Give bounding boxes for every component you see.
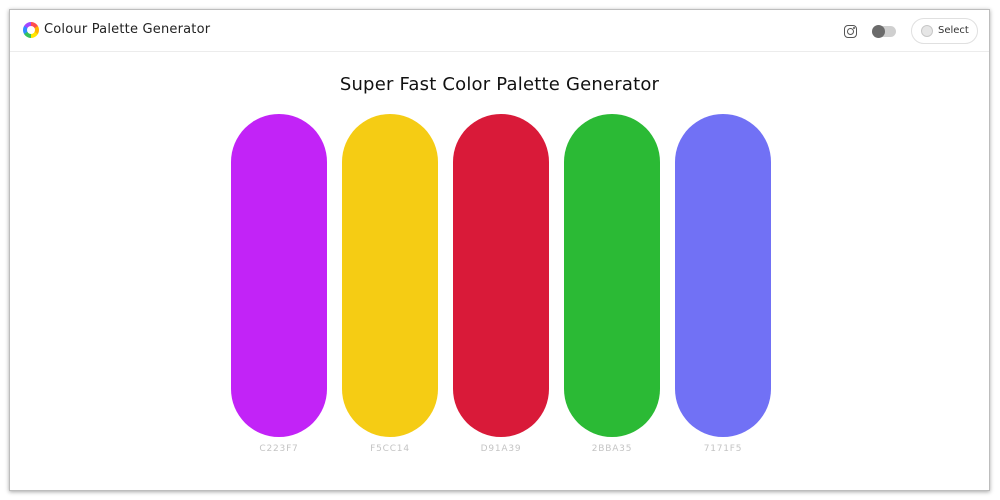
color-pill[interactable] <box>231 114 327 437</box>
hex-label[interactable]: C223F7 <box>231 444 327 454</box>
color-wheel-icon <box>23 22 39 38</box>
color-pill[interactable] <box>564 114 660 437</box>
app-window: Colour Palette Generator Select Super Fa… <box>9 9 990 491</box>
color-pill[interactable] <box>675 114 771 437</box>
color-pill[interactable] <box>453 114 549 437</box>
top-bar: Colour Palette Generator Select <box>10 10 989 52</box>
select-button[interactable]: Select <box>911 18 978 44</box>
swatch-5[interactable]: 7171F5 <box>675 114 771 454</box>
page-title: Super Fast Color Palette Generator <box>339 74 660 95</box>
hex-label[interactable]: 2BBA35 <box>564 444 660 454</box>
theme-toggle[interactable] <box>872 25 896 38</box>
swatch-2[interactable]: F5CC14 <box>342 114 438 454</box>
toggle-knob <box>872 25 885 38</box>
swatch-3[interactable]: D91A39 <box>453 114 549 454</box>
color-pill[interactable] <box>342 114 438 437</box>
hex-label[interactable]: 7171F5 <box>675 444 771 454</box>
palette: C223F7 F5CC14 D91A39 2BBA35 7171F5 <box>231 114 771 459</box>
swatch-4[interactable]: 2BBA35 <box>564 114 660 454</box>
instagram-icon[interactable] <box>844 25 857 38</box>
hex-label[interactable]: D91A39 <box>453 444 549 454</box>
swatch-1[interactable]: C223F7 <box>231 114 327 454</box>
circle-icon <box>921 25 933 37</box>
app-title: Colour Palette Generator <box>44 22 211 37</box>
hex-label[interactable]: F5CC14 <box>342 444 438 454</box>
select-button-label: Select <box>938 25 969 36</box>
